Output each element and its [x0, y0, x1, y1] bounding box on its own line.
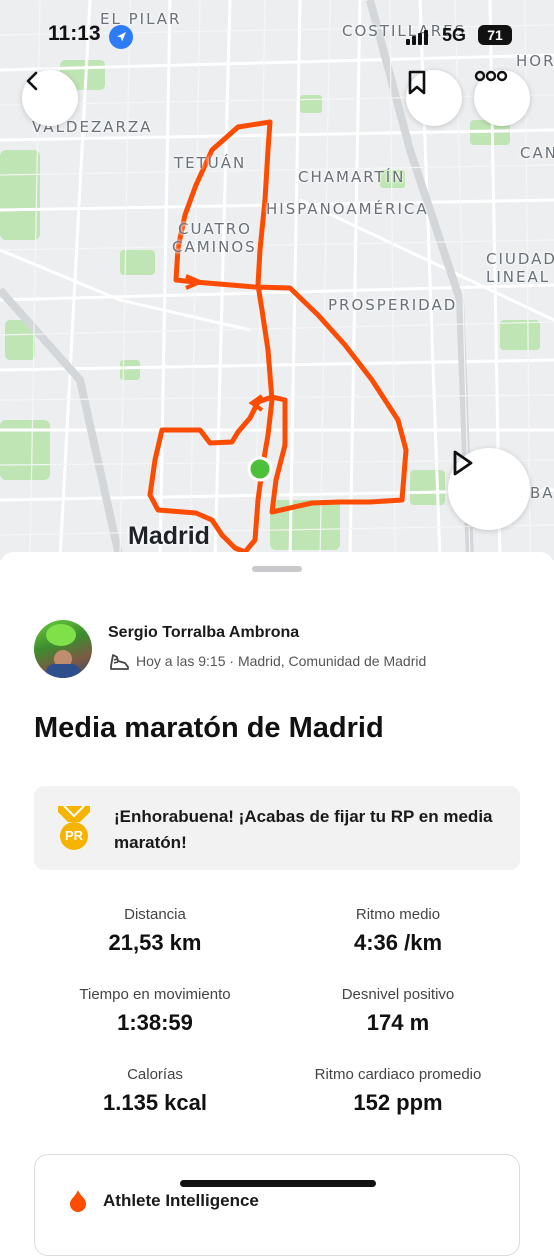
- more-icon: [474, 70, 508, 82]
- bookmark-icon: [408, 70, 426, 95]
- sheet-drag-handle[interactable]: [252, 566, 302, 572]
- stat-calories: Calorías 1.135 kcal: [35, 1066, 275, 1116]
- bookmark-button[interactable]: [406, 70, 462, 126]
- chevron-left-icon: [26, 71, 38, 91]
- stat-value: 4:36 /km: [353, 930, 443, 955]
- stat-value: 152 ppm: [353, 1090, 443, 1115]
- activity-meta: Hoy a las 9:15 · Madrid, Comunidad de Ma…: [136, 653, 427, 669]
- map-label: CAN: [520, 144, 554, 162]
- stat-label: Ritmo medio: [355, 906, 441, 923]
- map-label: HISPANOAMÉRICA: [266, 200, 429, 218]
- stat-label: Distancia: [124, 906, 186, 923]
- athlete-intelligence-card[interactable]: Athlete Intelligence: [34, 1154, 520, 1256]
- battery-level: 71: [487, 27, 503, 43]
- play-icon: [453, 450, 473, 476]
- stat-heart-rate: Ritmo cardiaco promedio 152 ppm: [278, 1066, 518, 1116]
- map-label: PROSPERIDAD: [328, 296, 458, 314]
- play-flyover-button[interactable]: [448, 448, 530, 530]
- route-line: [147, 119, 409, 555]
- stat-pace: Ritmo medio 4:36 /km: [278, 906, 518, 956]
- avatar[interactable]: [34, 620, 92, 678]
- map-label: CHAMARTÍN: [298, 168, 406, 186]
- map-label: CIUDAD: [486, 250, 554, 268]
- map-label: TETUÁN: [174, 154, 247, 172]
- more-options-button[interactable]: [474, 70, 530, 126]
- status-time: 11:13: [48, 22, 101, 45]
- stat-value: 174 m: [366, 1010, 430, 1035]
- stat-label: Desnivel positivo: [341, 986, 455, 1003]
- battery-icon: 71: [478, 25, 512, 45]
- pr-message: ¡Enhorabuena! ¡Acabas de fijar tu RP en …: [114, 807, 493, 852]
- pr-badge-label: PR: [64, 828, 84, 843]
- map-label: CAMINOS: [172, 238, 257, 256]
- start-marker: [247, 456, 273, 482]
- map-label: LINEAL: [486, 268, 551, 286]
- athlete-name[interactable]: Sergio Torralba Ambrona: [108, 624, 299, 642]
- stat-label: Tiempo en movimiento: [79, 986, 231, 1003]
- flame-icon: [67, 1189, 89, 1218]
- back-button[interactable]: [22, 70, 78, 126]
- network-type: 5G: [442, 25, 467, 45]
- home-indicator[interactable]: [180, 1180, 376, 1187]
- stat-moving-time: Tiempo en movimiento 1:38:59: [35, 986, 275, 1036]
- activity-title: Media maratón de Madrid: [34, 712, 384, 744]
- map-city-label: Madrid: [128, 522, 210, 550]
- stat-elevation: Desnivel positivo 174 m: [278, 986, 518, 1036]
- stat-distance: Distancia 21,53 km: [35, 906, 275, 956]
- map-label: HORT: [516, 52, 554, 70]
- map-label: BAS: [530, 484, 554, 502]
- route-map[interactable]: EL PILAR COSTILLARES HORT VALDEZARZA CAN…: [0, 0, 554, 560]
- stat-label: Calorías: [127, 1066, 183, 1083]
- stat-value: 21,53 km: [108, 930, 202, 955]
- stat-value: 1:38:59: [117, 1010, 193, 1035]
- card-title: Athlete Intelligence: [103, 1191, 259, 1210]
- activity-sheet: Sergio Torralba Ambrona Hoy a las 9:15 ·…: [0, 552, 554, 1256]
- shoe-icon: [108, 651, 130, 676]
- map-label: CUATRO: [178, 220, 252, 238]
- location-icon: [109, 25, 133, 49]
- pr-medal-icon: PR: [52, 804, 96, 852]
- stat-value: 1.135 kcal: [103, 1090, 207, 1115]
- stat-label: Ritmo cardiaco promedio: [314, 1066, 482, 1083]
- pr-banner[interactable]: PR ¡Enhorabuena! ¡Acabas de fijar tu RP …: [34, 786, 520, 870]
